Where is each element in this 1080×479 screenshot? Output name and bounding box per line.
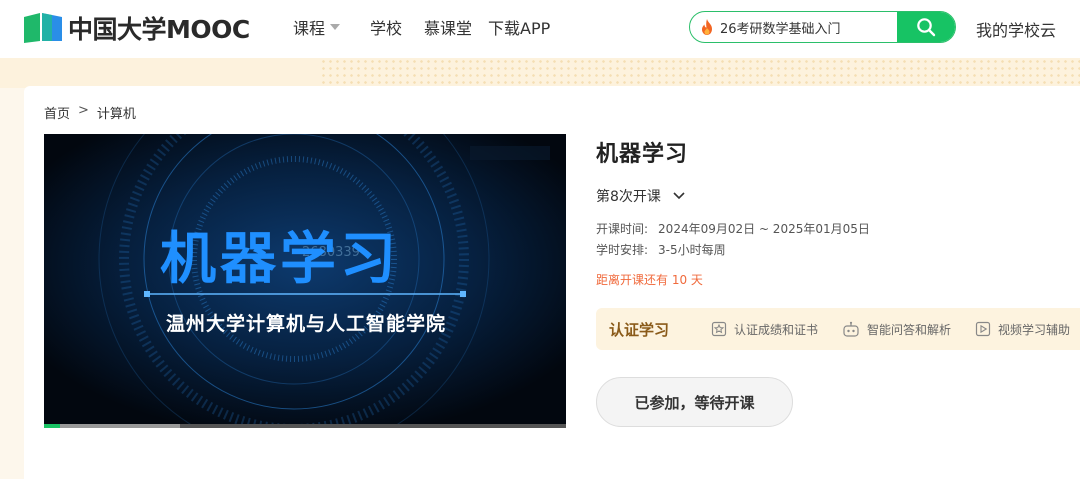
cert-item-video-assist[interactable]: 视频学习辅助 bbox=[975, 321, 1070, 338]
nav-courses-label: 课程 bbox=[293, 19, 326, 38]
search-button[interactable] bbox=[897, 12, 955, 42]
nav-schools[interactable]: 学校 bbox=[370, 15, 402, 39]
breadcrumb: 首页 > 计算机 bbox=[44, 103, 136, 122]
schedule-label: 开课时间: bbox=[596, 222, 649, 236]
video-progress-buffer bbox=[44, 424, 180, 428]
cert-item-score-certificate[interactable]: 认证成绩和证书 bbox=[711, 321, 818, 338]
hours-label: 学时安排: bbox=[596, 243, 649, 257]
main-nav: 课程 学校 慕课堂 下载APP bbox=[293, 15, 550, 39]
mooc-book-icon bbox=[24, 13, 62, 43]
top-header: 中国大学MOOC 课程 学校 慕课堂 下载APP 26考研数学基础入门 我的学校… bbox=[0, 0, 1080, 58]
cert-item-label: 认证成绩和证书 bbox=[734, 322, 819, 337]
nav-schools-label: 学校 bbox=[370, 19, 403, 38]
cert-item-ai-qa[interactable]: 智能问答和解析 bbox=[842, 321, 951, 338]
nav-download-app[interactable]: 下载APP bbox=[488, 15, 550, 39]
site-logo[interactable]: 中国大学MOOC bbox=[22, 10, 250, 46]
term-label: 第8次开课 bbox=[596, 189, 661, 205]
cert-item-label: 视频学习辅助 bbox=[998, 322, 1071, 337]
search-box[interactable]: 26考研数学基础入门 bbox=[689, 11, 956, 43]
start-countdown: 距离开课还有 10 天 bbox=[596, 273, 703, 287]
nav-mooc-class-label: 慕课堂 bbox=[424, 19, 473, 38]
hours-row: 学时安排: 3-5小时每周 bbox=[596, 240, 1080, 261]
nav-courses[interactable]: 课程 bbox=[293, 15, 341, 39]
breadcrumb-category[interactable]: 计算机 bbox=[97, 103, 136, 122]
breadcrumb-home[interactable]: 首页 bbox=[44, 103, 70, 122]
nav-mooc-class[interactable]: 慕课堂 bbox=[424, 15, 472, 39]
breadcrumb-separator: > bbox=[78, 103, 89, 118]
course-meta: 开课时间: 2024年09月02日 ~ 2025年01月05日 学时安排: 3-5小… bbox=[596, 219, 1080, 261]
decorative-banner bbox=[0, 58, 1080, 88]
video-progress-played bbox=[44, 424, 60, 428]
video-frame: 2680339 机器学习 温州大学计算机与人工智能学院 bbox=[44, 134, 566, 424]
search-hot-text: 26考研数学基础入门 bbox=[720, 21, 841, 37]
course-title: 机器学习 bbox=[596, 142, 689, 167]
video-subtitle-art: 温州大学计算机与人工智能学院 bbox=[166, 312, 446, 335]
schedule-value: 2024年09月02日 ~ 2025年01月05日 bbox=[658, 222, 870, 236]
term-selector[interactable]: 第8次开课 bbox=[596, 186, 1080, 206]
hours-value: 3-5小时每周 bbox=[658, 243, 726, 257]
schedule-row: 开课时间: 2024年09月02日 ~ 2025年01月05日 bbox=[596, 219, 1080, 240]
joined-waiting-button[interactable]: 已参加，等待开课 bbox=[596, 377, 793, 427]
video-title-art: 机器学习 bbox=[160, 227, 400, 292]
certification-bar[interactable]: 认证学习 认证成绩和证书 智能问答和解析 视频学习辅助 bbox=[596, 308, 1080, 350]
video-player[interactable]: 2680339 机器学习 温州大学计算机与人工智能学院 bbox=[44, 134, 566, 428]
video-play-icon bbox=[975, 321, 991, 337]
course-card: 首页 > 计算机 2680339 机器学习 温州大学计算机与人工智能学院 机器学… bbox=[24, 86, 1080, 479]
flame-icon bbox=[702, 19, 712, 35]
search-icon bbox=[917, 18, 936, 37]
course-info: 机器学习 第8次开课 开课时间: 2024年09月02日 ~ 2025年01月05… bbox=[596, 136, 1080, 427]
logo-text: 中国大学MOOC bbox=[68, 15, 250, 44]
robot-icon bbox=[843, 321, 859, 337]
chevron-down-icon bbox=[673, 192, 685, 200]
cert-item-label: 智能问答和解析 bbox=[867, 322, 952, 337]
certification-title: 认证学习 bbox=[609, 320, 670, 339]
dot-pattern bbox=[320, 58, 1080, 88]
search-input[interactable]: 26考研数学基础入门 bbox=[700, 18, 898, 37]
certificate-icon bbox=[711, 321, 727, 337]
my-school-cloud-link[interactable]: 我的学校云 bbox=[976, 17, 1056, 41]
caret-down-icon bbox=[330, 24, 341, 30]
nav-download-app-label: 下载APP bbox=[488, 19, 551, 38]
